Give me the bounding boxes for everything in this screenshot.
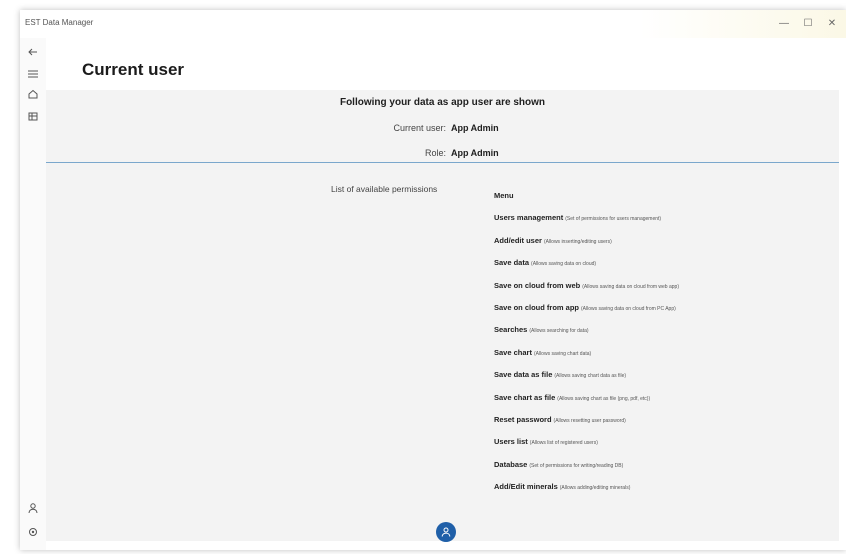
permission-description: (Allows list of registered users) xyxy=(529,440,598,447)
permission-name: Reset password xyxy=(494,414,552,424)
permission-name: Database xyxy=(494,459,528,469)
section-divider xyxy=(46,162,839,163)
permission-description: (Allows saving chart data as file) xyxy=(554,373,627,380)
permission-item: Save chart (Allows saving chart data) xyxy=(494,345,834,367)
permission-name: Save on cloud from app xyxy=(494,302,580,312)
permission-item: Searches (Allows searching for data) xyxy=(494,322,834,344)
permission-description: (Allows resetting user password) xyxy=(553,417,626,424)
user-summary: Following your data as app user are show… xyxy=(46,90,839,162)
permission-name: Add/Edit minerals xyxy=(494,482,558,492)
permissions-title: List of available permissions xyxy=(331,184,438,194)
permission-description: (Set of permissions for users management… xyxy=(565,216,662,223)
permission-name: Save chart as file xyxy=(494,392,556,402)
permission-item: Add/Edit minerals (Allows adding/editing … xyxy=(494,479,834,501)
permission-item: Save data as file (Allows saving chart da… xyxy=(494,367,834,389)
permission-description: (Allows saving chart data) xyxy=(533,350,592,357)
permission-description: (Allows saving data on cloud from PC App… xyxy=(581,305,676,312)
permission-name: Menu xyxy=(494,191,514,200)
maximize-button[interactable]: ☐ xyxy=(798,16,818,32)
title-bar: EST Data Manager — ☐ ✕ xyxy=(20,10,846,38)
permission-name: Searches xyxy=(494,325,528,335)
current-user-label: Current user: xyxy=(393,123,446,133)
permission-description: (Set of permissions for writing/reading … xyxy=(529,462,624,469)
permission-name: Save data as file xyxy=(494,370,553,380)
home-icon[interactable] xyxy=(25,86,41,102)
permission-description: (Allows saving data on cloud from web ap… xyxy=(582,283,679,290)
permission-item: Reset password (Allows resetting user pas… xyxy=(494,412,834,434)
permission-name: Save data xyxy=(494,258,530,268)
permission-item: Users list (Allows list of registered use… xyxy=(494,434,834,456)
minimize-button[interactable]: — xyxy=(774,16,794,32)
users-fab-button[interactable] xyxy=(436,522,456,542)
page-title: Current user xyxy=(82,60,185,79)
permission-name: Users list xyxy=(494,437,528,447)
permission-item: Users management (Set of permissions for … xyxy=(494,210,834,232)
current-user-value: App Admin xyxy=(451,123,499,133)
app-title: EST Data Manager xyxy=(25,18,94,27)
permission-item: Save on cloud from web (Allows saving dat… xyxy=(494,278,834,300)
permission-name: Users management xyxy=(494,213,564,223)
summary-heading: Following your data as app user are show… xyxy=(339,97,546,108)
permission-item: Add/edit user (Allows inserting/editing u… xyxy=(494,233,834,255)
app-window: EST Data Manager — ☐ ✕ Current user Foll… xyxy=(20,10,846,550)
permissions-list: Menu Users management (Set of permissions… xyxy=(494,188,834,501)
role-value: App Admin xyxy=(451,148,499,158)
permission-item: Save data (Allows saving data on cloud) xyxy=(494,255,834,277)
database-icon[interactable] xyxy=(25,108,41,124)
hamburger-menu-icon[interactable] xyxy=(25,66,41,82)
settings-icon[interactable] xyxy=(25,524,41,540)
user-icon[interactable] xyxy=(25,500,41,516)
users-icon xyxy=(441,527,451,537)
permission-item: Database (Set of permissions for writing/… xyxy=(494,457,834,479)
permission-name: Add/edit user xyxy=(494,235,542,245)
permission-item: Save chart as file (Allows saving chart a… xyxy=(494,390,834,412)
permission-description: (Allows searching for data) xyxy=(529,328,589,335)
navigation-rail xyxy=(20,38,46,550)
permission-item: Menu xyxy=(494,188,834,210)
permission-description: (Allows saving chart as file (png, pdf, … xyxy=(557,395,651,402)
role-label: Role: xyxy=(424,148,446,158)
permission-name: Save on cloud from web xyxy=(494,280,581,290)
permission-name: Save chart xyxy=(494,347,532,357)
close-button[interactable]: ✕ xyxy=(822,16,842,32)
user-details-card: Following your data as app user are show… xyxy=(46,90,839,542)
permission-description: (Allows adding/editing minerals) xyxy=(559,485,631,492)
back-arrow-icon[interactable] xyxy=(25,44,41,60)
permission-item: Save on cloud from app (Allows saving dat… xyxy=(494,300,834,322)
permission-description: (Allows saving data on cloud) xyxy=(531,261,597,268)
permission-description: (Allows inserting/editing users) xyxy=(543,238,612,245)
